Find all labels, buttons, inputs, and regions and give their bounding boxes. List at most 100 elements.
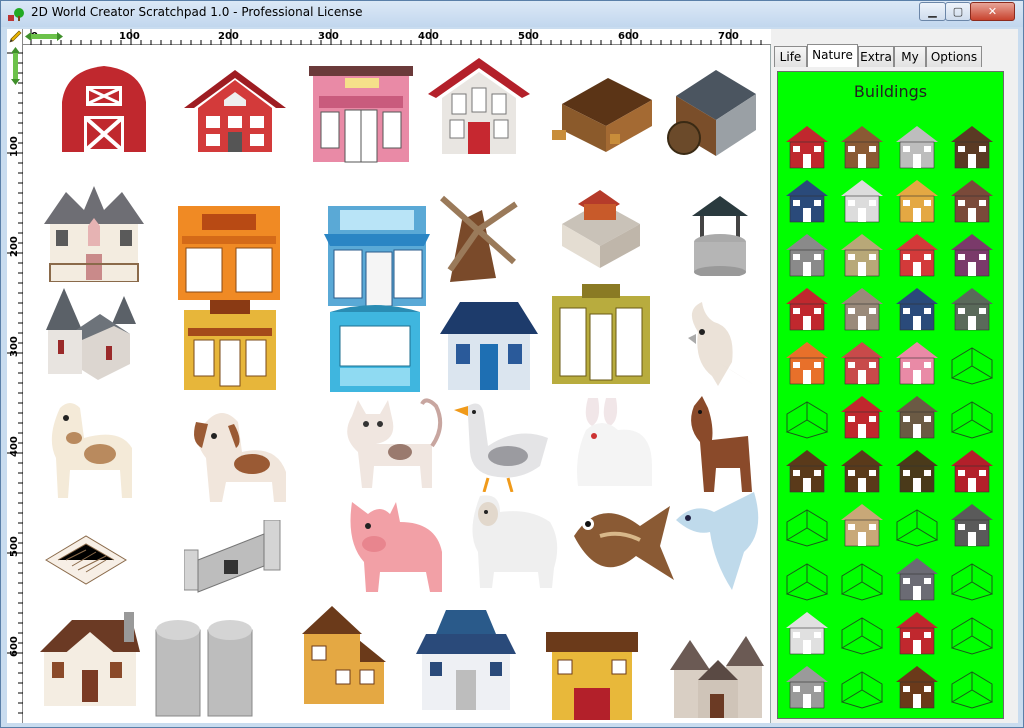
palette-item-white-house[interactable] <box>837 176 887 224</box>
palette-item-cottage[interactable] <box>837 122 887 170</box>
brick-fort-sprite[interactable] <box>554 180 646 270</box>
windmill-sprite[interactable] <box>438 190 520 286</box>
stone-watermill-sprite[interactable] <box>664 66 764 162</box>
ruler-drag-handle-horizontal[interactable] <box>25 31 63 42</box>
blue-white-house-sprite[interactable] <box>416 610 516 710</box>
maximize-button[interactable]: ▢ <box>945 2 971 21</box>
pencil-icon[interactable] <box>8 29 23 44</box>
palette-item-sketch-arena[interactable] <box>947 608 997 656</box>
horse-sprite[interactable] <box>686 396 758 492</box>
blue-house-sprite[interactable] <box>440 294 538 390</box>
palette-item-small-church[interactable] <box>837 338 887 386</box>
palette-item-manor[interactable] <box>947 122 997 170</box>
palette-item-sketch-castle[interactable] <box>837 554 887 602</box>
palette-item-treehouse[interactable] <box>892 446 942 494</box>
palette-item-yellow-house[interactable] <box>892 176 942 224</box>
tab-life[interactable]: Life <box>774 46 807 67</box>
fish-sprite[interactable] <box>570 496 674 580</box>
palette-item-blue-house[interactable] <box>782 176 832 224</box>
palette-item-arch-outline[interactable] <box>782 500 832 548</box>
cyan-shop-sprite[interactable] <box>330 302 420 392</box>
palette-item-green-house[interactable] <box>947 284 997 332</box>
ruler-label: 300 <box>318 31 339 42</box>
rabbit-sprite[interactable] <box>572 396 654 486</box>
pig-sprite[interactable] <box>346 492 444 592</box>
victorian-house-sprite[interactable] <box>44 184 144 282</box>
palette-item-ruins[interactable] <box>782 662 832 710</box>
ruler-label: 200 <box>218 31 239 42</box>
close-button[interactable]: ✕ <box>970 2 1015 21</box>
yellow-brick-house-sprite[interactable] <box>546 624 638 720</box>
palette-item-glow[interactable] <box>947 392 997 440</box>
cockatoo-sprite[interactable] <box>674 302 758 400</box>
gray-manor-sprite[interactable] <box>670 630 764 718</box>
palette-item-wooden-pier[interactable] <box>892 662 942 710</box>
ruler-label: 500 <box>9 536 20 557</box>
palette-item-stone-house[interactable] <box>837 284 887 332</box>
palette-item-silos[interactable] <box>892 122 942 170</box>
palette-item-sketch-pier[interactable] <box>837 662 887 710</box>
palette-item-tent[interactable] <box>892 392 942 440</box>
palette-item-cave[interactable] <box>947 554 997 602</box>
pink-shop-sprite[interactable] <box>309 66 413 164</box>
tab-options[interactable]: Options <box>926 46 982 67</box>
cottage-sprite[interactable] <box>40 612 140 706</box>
palette-item-sketch-fence[interactable] <box>947 662 997 710</box>
cat-sprite[interactable] <box>336 396 446 492</box>
blue-shop-sprite[interactable] <box>324 206 430 306</box>
dog-sprite[interactable] <box>186 402 290 502</box>
palette-item-gray-house-2[interactable] <box>947 500 997 548</box>
sprite-stage[interactable] <box>24 46 770 722</box>
palette-item-fence-outline[interactable] <box>782 392 832 440</box>
palette-item-red-cottage[interactable] <box>782 284 832 332</box>
palette-item-gray-castle[interactable] <box>892 554 942 602</box>
beta-fish-sprite[interactable] <box>674 492 762 590</box>
orange-shop-sprite[interactable] <box>178 206 280 300</box>
tab-nature[interactable]: Nature <box>807 44 858 67</box>
palette-item-hut[interactable] <box>782 446 832 494</box>
tab-extra[interactable]: Extra <box>858 46 894 67</box>
silos-sprite[interactable] <box>154 618 254 718</box>
castle-wall-sprite[interactable] <box>184 520 282 594</box>
palette-item-purple-house[interactable] <box>947 230 997 278</box>
minimize-button[interactable]: ▁ <box>919 2 946 21</box>
palette-item-gray-house[interactable] <box>782 230 832 278</box>
client-area: 0 100 200 300 400 500 600 700 100 200 30… <box>7 29 1018 723</box>
yellow-shop-sprite[interactable] <box>184 300 276 390</box>
palette-item-hut-2[interactable] <box>837 446 887 494</box>
palette-item-red-shed[interactable] <box>947 446 997 494</box>
red-house-sprite[interactable] <box>184 70 286 154</box>
buildings-panel[interactable]: Buildings <box>777 71 1004 719</box>
ruler-drag-handle-vertical[interactable] <box>10 47 21 85</box>
palette-item-castle[interactable] <box>837 392 887 440</box>
white-red-house-sprite[interactable] <box>428 58 530 156</box>
maze-sprite[interactable] <box>44 530 128 590</box>
palette-item-sketch-house[interactable] <box>892 500 942 548</box>
ruler-label: 100 <box>9 136 20 157</box>
palette-item-barn[interactable] <box>782 122 832 170</box>
palette-item-orange-shop[interactable] <box>782 338 832 386</box>
palette-item-tan-house[interactable] <box>837 230 887 278</box>
palette-item-tudor-house[interactable] <box>947 176 997 224</box>
scratchpad-canvas[interactable]: 0 100 200 300 400 500 600 700 100 200 30… <box>7 29 771 723</box>
red-barn-sprite[interactable] <box>56 62 152 154</box>
olive-shop-sprite[interactable] <box>552 284 650 384</box>
palette-item-red-white-house[interactable] <box>892 230 942 278</box>
goose-sprite[interactable] <box>448 396 550 492</box>
title-bar[interactable]: 2D World Creator Scratchpad 1.0 - Profes… <box>1 1 1023 27</box>
stone-well-sprite[interactable] <box>688 192 752 276</box>
palette-item-igloo[interactable] <box>782 608 832 656</box>
brown-yellow-house-sprite[interactable] <box>292 606 386 704</box>
wooden-warehouse-sprite[interactable] <box>552 74 658 158</box>
gray-cathedral-sprite[interactable] <box>40 284 138 380</box>
tab-my[interactable]: My <box>894 46 926 67</box>
palette-item-pink-house[interactable] <box>892 338 942 386</box>
palette-item-sketch-tent[interactable] <box>837 608 887 656</box>
cow-sprite[interactable] <box>40 398 142 498</box>
palette-item-circus-tent[interactable] <box>892 608 942 656</box>
palette-item-navy-house[interactable] <box>892 284 942 332</box>
palette-item-fence[interactable] <box>947 338 997 386</box>
sheep-sprite[interactable] <box>460 492 562 588</box>
palette-item-sketch-mill[interactable] <box>782 554 832 602</box>
palette-item-stone-arch[interactable] <box>837 500 887 548</box>
